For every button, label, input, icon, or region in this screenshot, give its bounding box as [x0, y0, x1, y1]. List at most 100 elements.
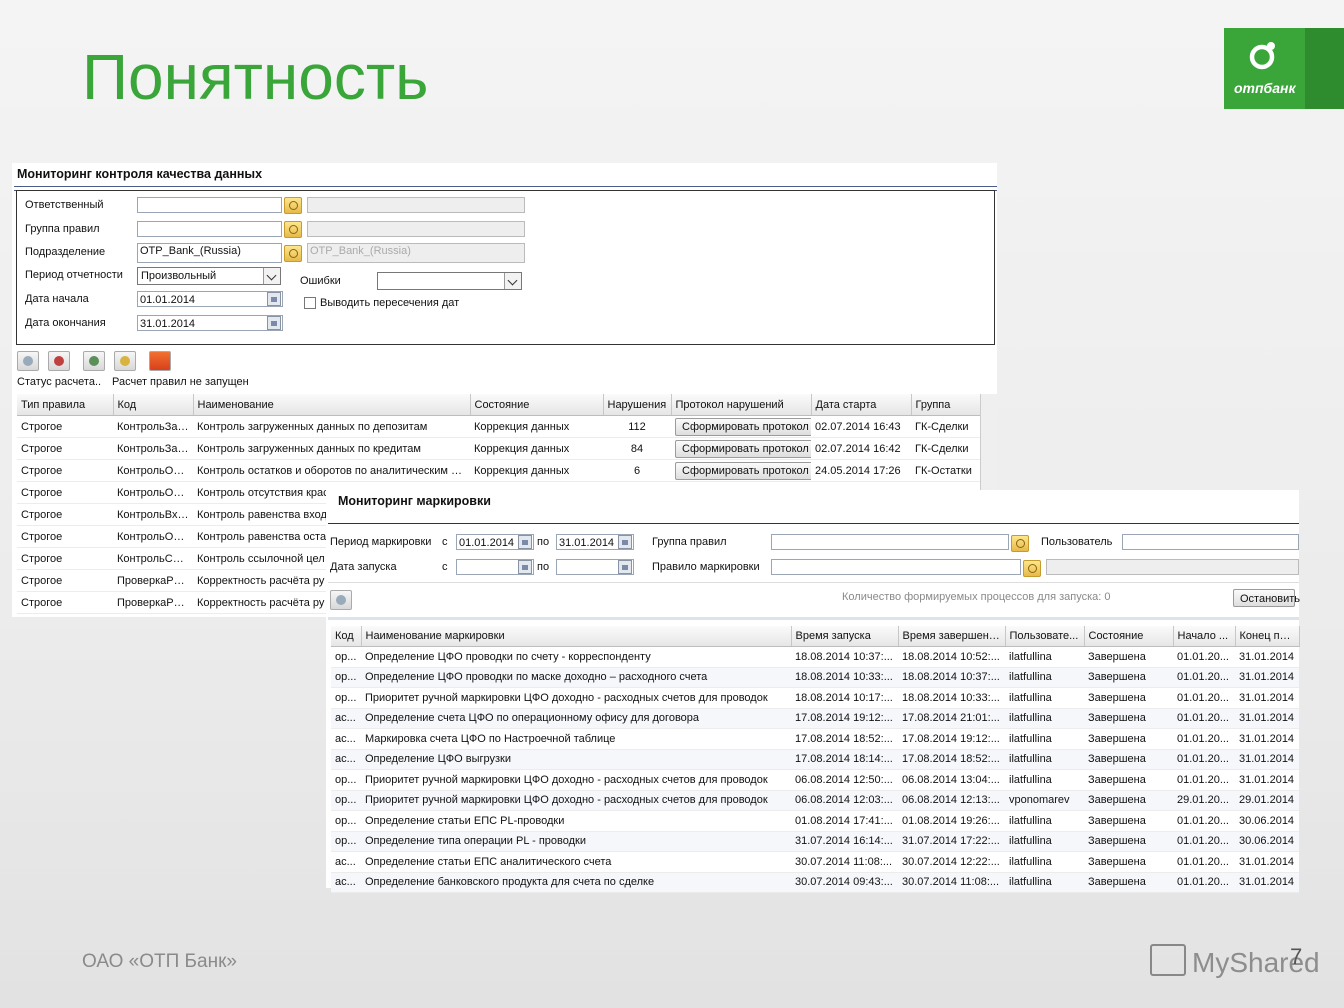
stop-button[interactable]: Остановить: [1233, 589, 1300, 607]
cell-name: Определение счета ЦФО по операционному о…: [361, 708, 791, 729]
cell-state: Коррекция данных: [470, 415, 603, 438]
table-row[interactable]: ас... Определение счета ЦФО по операционн…: [331, 708, 1299, 729]
cell-finish: 30.07.2014 11:08:...: [898, 872, 1005, 893]
date-end-input[interactable]: 31.01.2014: [137, 315, 283, 331]
responsible-input[interactable]: [137, 197, 282, 213]
generate-protocol-button[interactable]: Сформировать протокол: [675, 439, 811, 458]
cell-state: Завершена: [1084, 687, 1173, 709]
column-header[interactable]: Наименование маркировки: [361, 626, 792, 647]
cell-name: Определение ЦФО проводки по счету - корр…: [361, 646, 791, 668]
cell-user: ilatfullina: [1005, 851, 1084, 873]
period-label: Период отчетности: [25, 269, 123, 281]
errors-select[interactable]: [377, 272, 522, 290]
slide-title: Понятность: [82, 41, 429, 113]
calendar-icon[interactable]: [618, 560, 632, 574]
period-select[interactable]: Произвольный: [137, 267, 281, 285]
table-row[interactable]: Строгое КонтрольЗап... Контроль загруженны…: [17, 415, 980, 438]
rule-group-lookup-icon[interactable]: [284, 221, 302, 238]
date-start-input[interactable]: 01.01.2014: [137, 291, 283, 307]
logo-strip: [1305, 28, 1344, 109]
responsible-lookup-icon[interactable]: [284, 197, 302, 214]
rule-group-input[interactable]: [137, 221, 282, 237]
cell-finish: 18.08.2014 10:37:...: [898, 667, 1005, 688]
rule-group-input[interactable]: [771, 534, 1009, 550]
cell-state: Завершена: [1084, 646, 1173, 668]
generate-protocol-button[interactable]: Сформировать протокол: [675, 461, 811, 480]
column-header[interactable]: Код: [113, 394, 194, 416]
period-from-label: с: [442, 536, 448, 548]
refresh-button[interactable]: [83, 351, 105, 371]
column-header[interactable]: Время запуска: [791, 626, 899, 647]
cell-code: КонтрольОст...: [113, 525, 193, 548]
column-header[interactable]: Начало ...: [1173, 626, 1236, 647]
table-row[interactable]: ас... Маркировка счета ЦФО по Настроечной…: [331, 728, 1299, 750]
cell-name: Определение банковского продукта для сче…: [361, 872, 791, 893]
table-row[interactable]: ор... Приоритет ручной маркировки ЦФО дох…: [331, 687, 1299, 709]
cell-type: Строгое: [17, 415, 113, 438]
rule-input[interactable]: [771, 559, 1021, 575]
calendar-icon[interactable]: [267, 292, 281, 306]
table-row[interactable]: ор... Определение ЦФО проводки по маске д…: [331, 667, 1299, 688]
column-header[interactable]: Время завершения: [898, 626, 1006, 647]
column-header[interactable]: Дата старта: [811, 394, 912, 416]
table-row[interactable]: ор... Определение ЦФО проводки по счету -…: [331, 646, 1299, 668]
cell-user: ilatfullina: [1005, 769, 1084, 791]
division-input[interactable]: OTP_Bank_(Russia): [137, 243, 282, 263]
view-button[interactable]: [17, 351, 39, 371]
calendar-icon[interactable]: [267, 316, 281, 330]
cell-end: 31.01.2014: [1235, 872, 1299, 893]
user-input[interactable]: [1122, 534, 1299, 550]
cell-launch: 18.08.2014 10:37:...: [791, 646, 898, 668]
cell-code: ас...: [331, 728, 361, 750]
column-header[interactable]: Тип правила: [17, 394, 114, 416]
column-header[interactable]: Конец пе...: [1235, 626, 1300, 647]
table-row[interactable]: ас... Определение ЦФО выгрузки 17.08.2014 …: [331, 749, 1299, 770]
table-row[interactable]: Строгое КонтрольОст... Контроль остатков и…: [17, 459, 980, 482]
column-header[interactable]: Код: [331, 626, 362, 647]
cell-end: 29.01.2014: [1235, 790, 1299, 811]
column-header[interactable]: Группа: [911, 394, 981, 416]
cell-code: КонтрольОтс...: [113, 481, 193, 504]
period-label: Период маркировки: [330, 536, 432, 548]
footer-company: ОАО «ОТП Банк»: [82, 951, 237, 972]
watermark-icon: [1150, 944, 1186, 976]
table-row[interactable]: Строгое КонтрольЗап... Контроль загруженны…: [17, 437, 980, 460]
period-select-value: Произвольный: [141, 270, 217, 282]
calendar-icon[interactable]: [518, 535, 532, 549]
column-header[interactable]: Наименование: [193, 394, 471, 416]
column-header[interactable]: Протокол нарушений: [671, 394, 812, 416]
search-button[interactable]: [114, 351, 136, 371]
run-button[interactable]: [48, 351, 70, 371]
cell-begin: 29.01.20...: [1173, 790, 1235, 811]
column-header[interactable]: Состояние: [1084, 626, 1174, 647]
date-start-label: Дата начала: [25, 293, 89, 305]
rule-group-label: Группа правил: [25, 223, 100, 235]
rule-lookup-icon[interactable]: [1023, 560, 1041, 577]
calendar-icon[interactable]: [518, 560, 532, 574]
cell-code: ас...: [331, 851, 361, 873]
table-row[interactable]: ор... Определение типа операции PL - пров…: [331, 831, 1299, 852]
calendar-icon[interactable]: [618, 535, 632, 549]
cell-finish: 31.07.2014 17:22:...: [898, 831, 1005, 852]
column-header[interactable]: Состояние: [470, 394, 604, 416]
cell-end: 31.01.2014: [1235, 749, 1299, 770]
table-row[interactable]: ас... Определение банковского продукта дл…: [331, 872, 1299, 893]
table-row[interactable]: ор... Приоритет ручной маркировки ЦФО дох…: [331, 769, 1299, 791]
division-lookup-icon[interactable]: [284, 245, 302, 262]
view-button[interactable]: [330, 590, 352, 610]
cell-start: 02.07.2014 16:42: [811, 437, 911, 460]
generate-protocol-button[interactable]: Сформировать протокол: [675, 417, 811, 436]
cell-protocol: Сформировать протокол: [671, 437, 811, 460]
cell-type: Строгое: [17, 437, 113, 460]
stop-button[interactable]: [149, 351, 171, 371]
table-row[interactable]: ор... Определение статьи ЕПС PL-проводки 0…: [331, 810, 1299, 832]
overlap-checkbox[interactable]: [304, 297, 316, 309]
table-row[interactable]: ор... Приоритет ручной маркировки ЦФО дох…: [331, 790, 1299, 811]
column-header[interactable]: Нарушения: [603, 394, 672, 416]
table-row[interactable]: ас... Определение статьи ЕПС аналитическо…: [331, 851, 1299, 873]
cell-name: Контроль загруженных данных по кредитам: [193, 437, 470, 460]
column-header[interactable]: Пользовате...: [1005, 626, 1085, 647]
cell-user: ilatfullina: [1005, 810, 1084, 832]
rules-table-scrollbar[interactable]: [980, 394, 997, 490]
rule-group-lookup-icon[interactable]: [1011, 535, 1029, 552]
